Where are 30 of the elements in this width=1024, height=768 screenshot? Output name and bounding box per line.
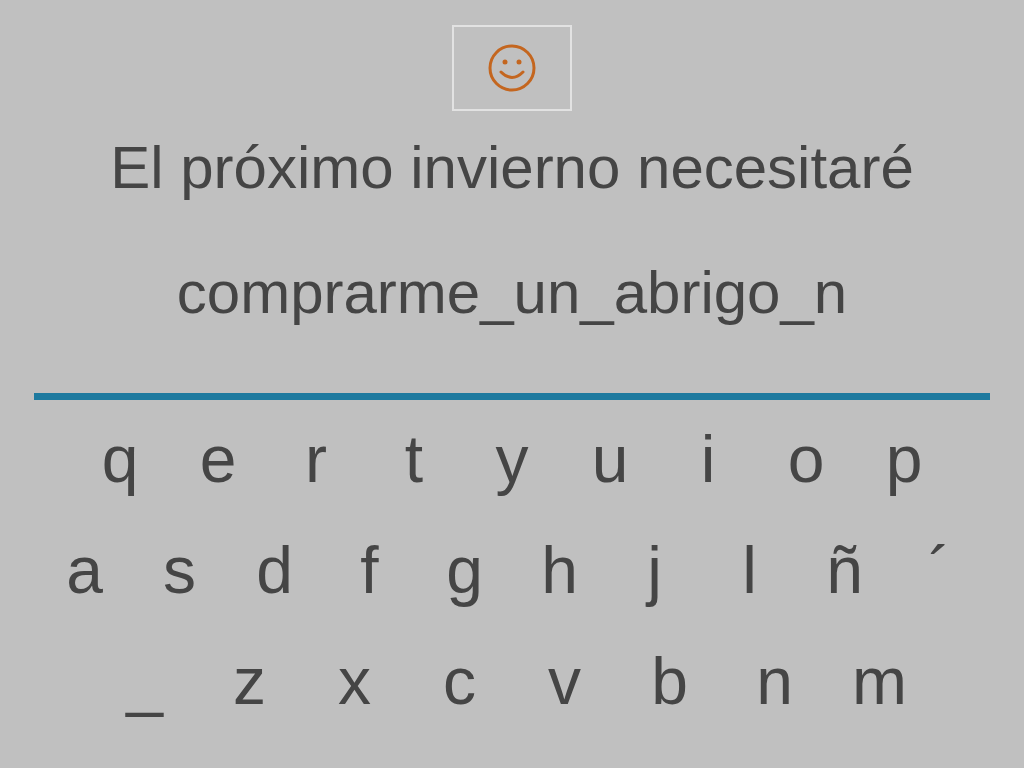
letter-key[interactable]: f [322, 533, 417, 608]
letter-key[interactable]: d [227, 533, 322, 608]
letter-key[interactable]: h [512, 533, 607, 608]
smiley-icon [487, 43, 537, 93]
letter-key[interactable]: t [365, 422, 463, 497]
answer-text: comprarme_un_abrigo_n [176, 258, 848, 328]
letter-key[interactable]: c [407, 644, 512, 719]
letter-key[interactable]: p [855, 422, 953, 497]
letter-key[interactable]: o [757, 422, 855, 497]
letter-key[interactable]: g [417, 533, 512, 608]
letter-key[interactable]: z [197, 644, 302, 719]
letter-key[interactable]: q [71, 422, 169, 497]
letter-key[interactable]: v [512, 644, 617, 719]
letter-key[interactable]: e [169, 422, 267, 497]
letter-key[interactable]: m [827, 644, 932, 719]
letter-key[interactable]: x [302, 644, 407, 719]
letter-key[interactable]: n [722, 644, 827, 719]
letter-key[interactable]: _ [92, 644, 197, 719]
letter-key[interactable]: r [267, 422, 365, 497]
letter-key[interactable]: ñ [797, 533, 892, 608]
letter-key[interactable]: u [561, 422, 659, 497]
letter-key[interactable]: j [607, 533, 702, 608]
letter-key[interactable]: a [37, 533, 132, 608]
letter-key[interactable]: s [132, 533, 227, 608]
letter-key[interactable]: y [463, 422, 561, 497]
letter-key[interactable]: l [702, 533, 797, 608]
letter-key[interactable]: ´ [892, 533, 987, 608]
letter-key[interactable]: i [659, 422, 757, 497]
sentence-text: El próximo invierno necesitaré [110, 133, 914, 203]
letter-key[interactable]: b [617, 644, 722, 719]
